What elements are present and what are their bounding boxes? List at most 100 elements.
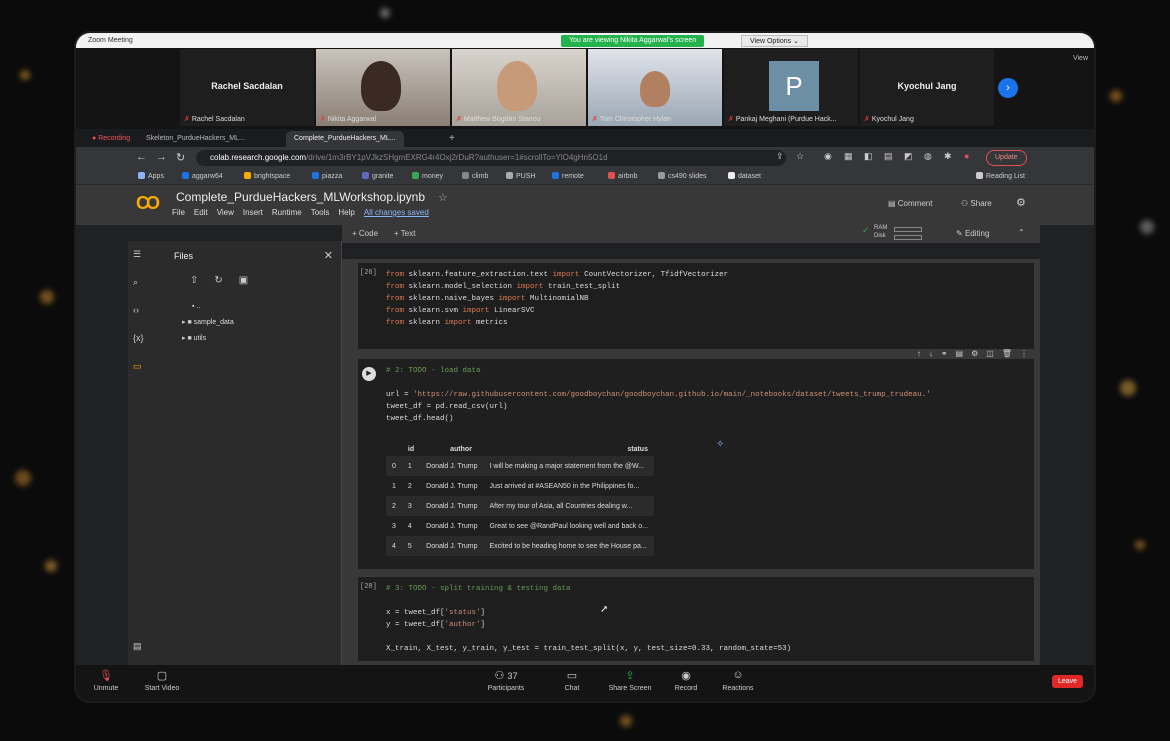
menu-help[interactable]: Help	[338, 208, 354, 217]
forward-icon[interactable]: →	[156, 151, 167, 163]
account-icon[interactable]: ●	[964, 151, 969, 161]
star-icon[interactable]: ☆	[438, 191, 448, 204]
colab-logo: CO	[136, 193, 160, 213]
new-tab-button[interactable]: +	[441, 131, 463, 147]
files-icon[interactable]: ▭	[133, 361, 142, 372]
participant-tile[interactable]: Rachel Sacdalan Rachel Sacdalan	[180, 49, 314, 126]
extension-icon[interactable]: ◧	[864, 151, 873, 162]
participant-tile[interactable]: Tom Christopher Hylan	[588, 49, 722, 126]
folder-sample-data[interactable]: sample_data	[182, 315, 234, 331]
bookmark[interactable]: dataset	[728, 172, 761, 180]
more-icon[interactable]: ⋮	[1020, 349, 1028, 358]
bookmark[interactable]: piazza	[312, 172, 342, 180]
cell-author: Donald J. Trump	[420, 476, 484, 496]
code-cell-active[interactable]: ↑ ↓ ⚭ ▤ ⚙ ◫ 🗑 ⋮ ▶ # 2: TODO - load data …	[358, 349, 1034, 569]
folder-utils[interactable]: utils	[182, 331, 234, 347]
editing-button[interactable]: ✎ Editing	[956, 229, 989, 238]
bookmark[interactable]: airbnb	[608, 172, 637, 180]
extension-icon[interactable]: ◉	[824, 151, 832, 162]
participant-name: Matthew Bogdan Stancu	[456, 115, 540, 123]
share-button[interactable]: ⚇ Share	[961, 199, 992, 208]
mirror-icon[interactable]: ◫	[986, 349, 994, 358]
move-down-icon[interactable]: ↓	[929, 349, 933, 358]
magic-wand-icon[interactable]: ✧	[716, 439, 724, 450]
participant-tile[interactable]: Nikita Aggarwal	[316, 49, 450, 126]
files-toolbar: ⇧ ↻ ▣	[190, 275, 248, 286]
participant-tile[interactable]: Kyochul Jang Kyochul Jang	[860, 49, 994, 126]
bookmark-apps[interactable]: Apps	[138, 172, 164, 180]
browser-tab-active[interactable]: Complete_PurdueHackers_ML...	[286, 131, 404, 147]
update-button[interactable]: Update	[986, 150, 1027, 166]
extension-icon[interactable]: ◩	[904, 151, 913, 162]
unmute-button[interactable]: 🎙 Unmute	[76, 669, 136, 692]
settings-icon[interactable]: ⚙	[971, 349, 978, 358]
save-status[interactable]: All changes saved	[364, 208, 429, 217]
extension-icon[interactable]: ▦	[844, 151, 853, 162]
participant-tile[interactable]: P Pankaj Meghani (Purdue Hack...	[724, 49, 858, 126]
back-icon[interactable]: ←	[136, 151, 147, 163]
leave-button[interactable]: Leave	[1052, 675, 1084, 688]
collapse-chevron-icon[interactable]: ⌃	[1018, 228, 1025, 237]
share-icon[interactable]: ⇪	[776, 151, 784, 162]
bookmark[interactable]: climb	[462, 172, 488, 180]
run-cell-icon[interactable]: ▶	[362, 367, 376, 381]
terminal-icon[interactable]: ▤	[133, 641, 142, 652]
bookmark[interactable]: PUSH	[506, 172, 535, 180]
view-options-button[interactable]: View Options ⌄	[741, 35, 808, 47]
variables-icon[interactable]: {x}	[133, 333, 144, 343]
chat-button[interactable]: ▭ Chat	[542, 669, 602, 692]
bookmark-star-icon[interactable]: ☆	[796, 151, 804, 162]
share-screen-button[interactable]: ⇪ Share Screen	[600, 669, 660, 692]
bookmark[interactable]: granite	[362, 172, 393, 180]
address-input[interactable]: colab.research.google.com/drive/1m3rBY1p…	[196, 150, 786, 166]
refresh-folder-icon[interactable]: ↻	[214, 275, 222, 286]
participants-button[interactable]: ⚇ 37 Participants	[476, 669, 536, 692]
notebook-title[interactable]: Complete_PurdueHackers_MLWorkshop.ipynb	[176, 190, 425, 204]
menu-icon[interactable]: ☰	[133, 249, 141, 260]
mount-drive-icon[interactable]: ▣	[239, 275, 248, 286]
cell-code[interactable]: # 3: TODO - split training & testing dat…	[386, 583, 791, 655]
cell-code[interactable]: # 2: TODO - load data url = 'https://raw…	[386, 365, 931, 425]
next-page-arrow-icon[interactable]: ›	[998, 78, 1018, 98]
profile-icon[interactable]: ◍	[924, 151, 932, 162]
settings-gear-icon[interactable]: ⚙	[1016, 196, 1026, 209]
view-button[interactable]: View	[1073, 55, 1088, 62]
participant-tile[interactable]: Matthew Bogdan Stancu	[452, 49, 586, 126]
close-icon[interactable]: ✕	[324, 249, 333, 262]
start-video-button[interactable]: ▢ Start Video	[132, 669, 192, 692]
record-button[interactable]: ◉ Record	[656, 669, 716, 692]
puzzle-icon[interactable]: ✱	[944, 151, 952, 162]
add-text-button[interactable]: + Text	[394, 229, 415, 238]
comment-button[interactable]: ▤ Comment	[888, 199, 932, 208]
code-cell[interactable]: [28] # 3: TODO - split training & testin…	[358, 577, 1034, 661]
table-header	[386, 443, 402, 456]
move-up-icon[interactable]: ↑	[917, 349, 921, 358]
reload-icon[interactable]: ↻	[176, 151, 185, 164]
menu-file[interactable]: File	[172, 208, 185, 217]
bookmark[interactable]: cs490 slides	[658, 172, 707, 180]
reactions-button[interactable]: ☺ Reactions	[708, 669, 768, 692]
code-icon[interactable]: ‹›	[133, 305, 139, 315]
link-icon[interactable]: ⚭	[941, 349, 948, 358]
menu-tools[interactable]: Tools	[311, 208, 330, 217]
comment-icon[interactable]: ▤	[956, 349, 964, 358]
extension-icon[interactable]: ▤	[884, 151, 893, 162]
add-code-button[interactable]: + Code	[352, 229, 378, 238]
browser-tab[interactable]: Skeleton_PurdueHackers_ML...	[138, 131, 253, 147]
cell-code[interactable]: from sklearn.feature_extraction.text imp…	[386, 269, 728, 329]
upload-icon[interactable]: ⇧	[190, 275, 198, 286]
delete-icon[interactable]: 🗑	[1002, 349, 1012, 358]
bookmark[interactable]: remote	[552, 172, 584, 180]
search-icon[interactable]: ⌕	[133, 277, 138, 288]
menu-edit[interactable]: Edit	[194, 208, 208, 217]
reading-list[interactable]: Reading List	[976, 172, 1025, 180]
code-cell[interactable]: [26] from sklearn.feature_extraction.tex…	[358, 263, 1034, 349]
parent-folder[interactable]: ▪ ..	[182, 299, 234, 315]
menu-view[interactable]: View	[217, 208, 234, 217]
menu-runtime[interactable]: Runtime	[272, 208, 302, 217]
menu-insert[interactable]: Insert	[243, 208, 263, 217]
bookmark[interactable]: brightspace	[244, 172, 290, 180]
bookmark[interactable]: money	[412, 172, 443, 180]
bookmark[interactable]: aggarw64	[182, 172, 223, 180]
participant-name: Pankaj Meghani (Purdue Hack...	[728, 115, 837, 123]
